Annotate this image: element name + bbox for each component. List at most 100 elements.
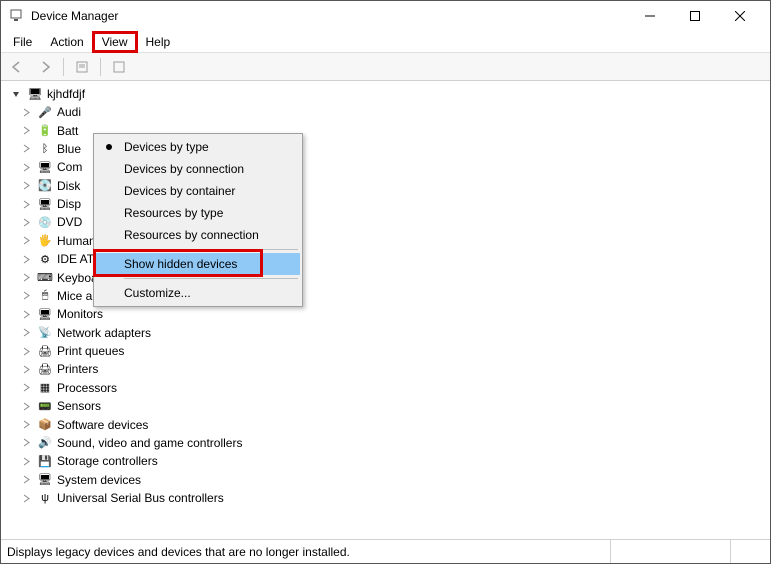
tree-node-label: Storage controllers bbox=[57, 454, 158, 468]
hid-icon: 🖐 bbox=[37, 233, 53, 249]
tree-root-node[interactable]: 🖥 kjhdfdjf bbox=[11, 85, 766, 103]
chevron-right-icon[interactable] bbox=[21, 236, 31, 246]
tree-node[interactable]: 📡Network adapters bbox=[11, 324, 766, 342]
tree-node[interactable]: 📟 Sensors bbox=[11, 397, 766, 415]
maximize-button[interactable] bbox=[672, 1, 717, 31]
tree-node[interactable]: 🖨 Printers bbox=[11, 360, 766, 378]
printer-icon: 🖨 bbox=[37, 361, 53, 377]
status-bar: Displays legacy devices and devices that… bbox=[1, 539, 770, 563]
tree-root-label: kjhdfdjf bbox=[47, 87, 85, 101]
view-menu-dropdown: Devices by type Devices by connection Devi… bbox=[93, 133, 303, 307]
chevron-right-icon[interactable] bbox=[21, 273, 31, 283]
chevron-right-icon[interactable] bbox=[21, 254, 31, 264]
menu-item[interactable]: Devices by connection bbox=[96, 158, 300, 180]
monitor-icon: 🖥 bbox=[37, 306, 53, 322]
chevron-right-icon[interactable] bbox=[21, 346, 31, 356]
menu-action[interactable]: Action bbox=[42, 33, 91, 51]
window-controls bbox=[627, 1, 762, 31]
menu-view[interactable]: View bbox=[94, 33, 136, 51]
mouse-icon: 🖱 bbox=[37, 288, 53, 304]
chevron-right-icon[interactable] bbox=[21, 144, 31, 154]
chevron-right-icon[interactable] bbox=[21, 493, 31, 503]
help-button[interactable] bbox=[107, 56, 131, 78]
chevron-right-icon[interactable] bbox=[21, 217, 31, 227]
chevron-right-icon[interactable] bbox=[21, 107, 31, 117]
cpu-icon: ▦ bbox=[37, 380, 53, 396]
menu-item-label: Devices by container bbox=[124, 184, 235, 198]
tree-node[interactable]: 🔊 Sound, video and game controllers bbox=[11, 434, 766, 452]
tree-node[interactable]: 📦Software devices bbox=[11, 415, 766, 433]
chevron-right-icon[interactable] bbox=[21, 309, 31, 319]
radio-dot-icon bbox=[106, 144, 112, 150]
menu-item[interactable]: Customize... bbox=[96, 282, 300, 304]
chevron-right-icon[interactable] bbox=[21, 456, 31, 466]
sensor-icon: 📟 bbox=[37, 398, 53, 414]
tree-node-label: Sound, video and game controllers bbox=[57, 436, 242, 450]
title-bar: Device Manager bbox=[1, 1, 770, 31]
chevron-right-icon[interactable] bbox=[21, 328, 31, 338]
chevron-right-icon[interactable] bbox=[21, 291, 31, 301]
tree-node-label: Monitors bbox=[57, 307, 103, 321]
usb-icon: ψ bbox=[37, 490, 53, 506]
properties-button[interactable] bbox=[70, 56, 94, 78]
tree-node-label: Disp bbox=[57, 197, 81, 211]
chevron-right-icon[interactable] bbox=[21, 126, 31, 136]
chevron-right-icon[interactable] bbox=[21, 420, 31, 430]
tree-node-label: DVD bbox=[57, 215, 82, 229]
menu-item[interactable]: Show hidden devices bbox=[96, 253, 300, 275]
menu-item-label: Resources by connection bbox=[124, 228, 259, 242]
back-button[interactable] bbox=[5, 56, 29, 78]
tree-node-label: Print queues bbox=[57, 344, 124, 358]
tree-node[interactable]: 🖨Print queues bbox=[11, 342, 766, 360]
system-icon: 🖥 bbox=[37, 472, 53, 488]
menu-item-label: Customize... bbox=[124, 286, 191, 300]
tree-node-label: Batt bbox=[57, 124, 78, 138]
tree-node-label: Sensors bbox=[57, 399, 101, 413]
tree-node[interactable]: 🖥System devices bbox=[11, 471, 766, 489]
tree-node[interactable]: 🖥 Monitors bbox=[11, 305, 766, 323]
audio-icon: 🎤 bbox=[37, 104, 53, 120]
menu-item-label: Show hidden devices bbox=[124, 257, 237, 271]
chevron-right-icon[interactable] bbox=[21, 438, 31, 448]
tree-node-label: Printers bbox=[57, 362, 98, 376]
chevron-right-icon[interactable] bbox=[21, 364, 31, 374]
forward-button[interactable] bbox=[33, 56, 57, 78]
menu-bar: File Action View Help bbox=[1, 31, 770, 53]
menu-item[interactable]: Resources by connection bbox=[96, 224, 300, 246]
tree-node-label: Processors bbox=[57, 381, 117, 395]
computer-icon: 🖥 bbox=[27, 86, 43, 102]
tree-node-label: Com bbox=[57, 160, 82, 174]
tree-node[interactable]: 🎤Audi bbox=[11, 103, 766, 121]
tree-node[interactable]: 💾Storage controllers bbox=[11, 452, 766, 470]
menu-item-label: Devices by connection bbox=[124, 162, 244, 176]
minimize-button[interactable] bbox=[627, 1, 672, 31]
menu-item[interactable]: Resources by type bbox=[96, 202, 300, 224]
chevron-right-icon[interactable] bbox=[21, 401, 31, 411]
status-text: Displays legacy devices and devices that… bbox=[1, 545, 610, 559]
chevron-right-icon[interactable] bbox=[21, 181, 31, 191]
app-icon bbox=[9, 8, 25, 24]
status-cell bbox=[730, 540, 770, 563]
menu-help[interactable]: Help bbox=[138, 33, 179, 51]
toolbar bbox=[1, 53, 770, 81]
chevron-right-icon[interactable] bbox=[21, 162, 31, 172]
menu-file[interactable]: File bbox=[5, 33, 40, 51]
toolbar-separator bbox=[100, 58, 101, 76]
chevron-right-icon[interactable] bbox=[21, 199, 31, 209]
tree-node[interactable]: ▦ Processors bbox=[11, 379, 766, 397]
menu-item[interactable]: Devices by type bbox=[96, 136, 300, 158]
chevron-down-icon[interactable] bbox=[11, 89, 21, 99]
chevron-right-icon[interactable] bbox=[21, 383, 31, 393]
tree-node-label: Network adapters bbox=[57, 326, 151, 340]
close-button[interactable] bbox=[717, 1, 762, 31]
battery-icon: 🔋 bbox=[37, 123, 53, 139]
menu-separator bbox=[124, 249, 298, 250]
tree-node[interactable]: ψUniversal Serial Bus controllers bbox=[11, 489, 766, 507]
ide-icon: ⚙ bbox=[37, 251, 53, 267]
sound-icon: 🔊 bbox=[37, 435, 53, 451]
tree-area: 🖥 kjhdfdjf 🎤Audi🔋BattᛒBlue🖥Com💽Disk🖥Disp… bbox=[1, 81, 770, 539]
tree-node-label: Software devices bbox=[57, 418, 148, 432]
bluetooth-icon: ᛒ bbox=[37, 141, 53, 157]
chevron-right-icon[interactable] bbox=[21, 475, 31, 485]
menu-item[interactable]: Devices by container bbox=[96, 180, 300, 202]
